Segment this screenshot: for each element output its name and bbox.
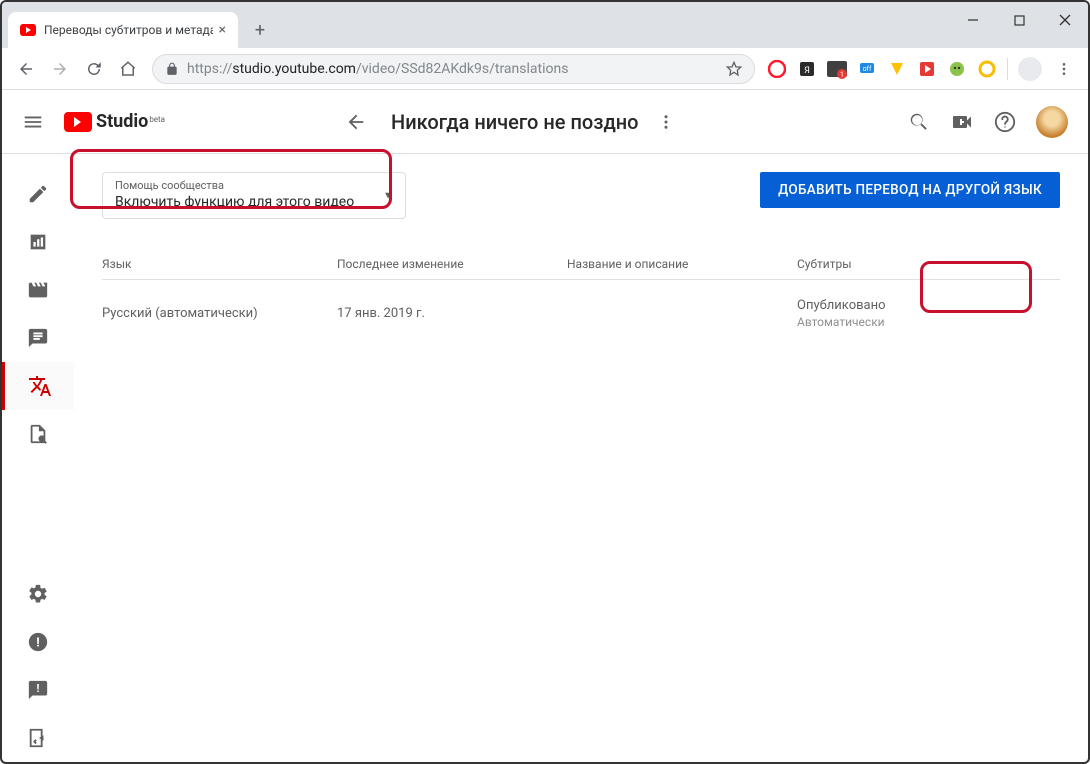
browser-tab[interactable]: Переводы субтитров и метадан × bbox=[8, 12, 238, 48]
extension-icon[interactable] bbox=[945, 57, 969, 81]
window-minimize-button[interactable] bbox=[950, 4, 996, 36]
sidebar-editor-icon[interactable] bbox=[2, 266, 74, 314]
add-translation-button[interactable]: ДОБАВИТЬ ПЕРЕВОД НА ДРУГОЙ ЯЗЫК bbox=[760, 172, 1060, 208]
close-tab-icon[interactable]: × bbox=[219, 22, 226, 38]
browser-menu-button[interactable] bbox=[1048, 53, 1080, 85]
youtube-icon bbox=[64, 112, 92, 132]
translations-table: Язык Последнее изменение Название и опис… bbox=[102, 249, 1060, 347]
address-bar[interactable]: https://studio.youtube.com/video/SSd82AK… bbox=[152, 54, 755, 84]
browser-toolbar: https://studio.youtube.com/video/SSd82AK… bbox=[2, 48, 1088, 90]
app-header: Studio beta Никогда ничего не поздно bbox=[2, 90, 1088, 154]
logo-text: Studio bbox=[96, 111, 148, 132]
sidebar-whatsnew-icon[interactable]: ! bbox=[2, 618, 74, 666]
sidebar: ! ! bbox=[2, 154, 74, 762]
subtitle-status: Опубликовано bbox=[797, 298, 1060, 313]
th-language: Язык bbox=[102, 257, 337, 271]
extension-icon[interactable]: 1 bbox=[825, 57, 849, 81]
browser-tab-strip: Переводы субтитров и метадан × + bbox=[2, 2, 1088, 48]
th-modified: Последнее изменение bbox=[337, 257, 567, 271]
help-button[interactable] bbox=[994, 111, 1016, 133]
lock-icon bbox=[165, 62, 179, 76]
sidebar-analytics-icon[interactable] bbox=[2, 218, 74, 266]
cell-modified: 17 янв. 2019 г. bbox=[337, 306, 567, 321]
cell-subtitles: Опубликовано Автоматически bbox=[797, 298, 1060, 329]
sidebar-comments-icon[interactable] bbox=[2, 314, 74, 362]
create-video-button[interactable] bbox=[950, 110, 974, 134]
community-help-dropdown[interactable]: Помощь сообщества Включить функцию для э… bbox=[102, 172, 406, 219]
window-close-button[interactable] bbox=[1042, 4, 1088, 36]
video-title: Никогда ничего не поздно bbox=[391, 110, 639, 134]
svg-text:Я: Я bbox=[804, 66, 810, 76]
table-header: Язык Последнее изменение Название и опис… bbox=[102, 249, 1060, 280]
extension-icon[interactable] bbox=[885, 57, 909, 81]
cell-language: Русский (автоматически) bbox=[102, 306, 337, 321]
dropdown-label: Помощь сообщества bbox=[115, 179, 393, 192]
svg-text:!: ! bbox=[36, 636, 39, 651]
th-title-desc: Название и описание bbox=[567, 257, 797, 271]
new-tab-button[interactable]: + bbox=[246, 16, 274, 44]
svg-text:!: ! bbox=[37, 682, 40, 695]
svg-text:off: off bbox=[863, 65, 872, 73]
studio-logo[interactable]: Studio beta bbox=[64, 111, 165, 132]
extension-icon[interactable] bbox=[975, 57, 999, 81]
url-scheme: https:// bbox=[187, 61, 232, 77]
account-avatar[interactable] bbox=[1036, 106, 1068, 138]
header-more-button[interactable] bbox=[657, 113, 675, 131]
content-area: Помощь сообщества Включить функцию для э… bbox=[74, 154, 1088, 762]
hamburger-menu-button[interactable] bbox=[22, 111, 46, 133]
search-button[interactable] bbox=[908, 111, 930, 133]
browser-home-button[interactable] bbox=[112, 53, 144, 85]
header-back-button[interactable] bbox=[345, 111, 367, 133]
sidebar-translations-icon[interactable] bbox=[2, 362, 74, 410]
url-path: /video/SSd82AKdk9s/translations bbox=[356, 61, 568, 77]
svg-text:1: 1 bbox=[840, 71, 844, 79]
extension-icon[interactable] bbox=[915, 57, 939, 81]
bookmark-star-icon[interactable] bbox=[726, 61, 742, 77]
browser-profile-avatar[interactable] bbox=[1018, 57, 1042, 81]
browser-forward-button[interactable] bbox=[44, 53, 76, 85]
dropdown-value: Включить функцию для этого видео bbox=[115, 194, 393, 210]
extension-opera-icon[interactable] bbox=[765, 57, 789, 81]
window-maximize-button[interactable] bbox=[996, 4, 1042, 36]
sidebar-classic-icon[interactable] bbox=[2, 714, 74, 762]
table-row[interactable]: Русский (автоматически) 17 янв. 2019 г. … bbox=[102, 280, 1060, 347]
sidebar-other-icon[interactable] bbox=[2, 410, 74, 458]
browser-reload-button[interactable] bbox=[78, 53, 110, 85]
chevron-down-icon: ▼ bbox=[383, 190, 393, 201]
tab-title: Переводы субтитров и метадан bbox=[44, 23, 213, 37]
th-subtitles: Субтитры bbox=[797, 257, 1060, 271]
window-controls bbox=[950, 2, 1088, 38]
sidebar-details-icon[interactable] bbox=[2, 170, 74, 218]
beta-label: beta bbox=[149, 115, 165, 124]
extension-icon[interactable]: off bbox=[855, 57, 879, 81]
extension-icon[interactable]: Я bbox=[795, 57, 819, 81]
sidebar-feedback-icon[interactable]: ! bbox=[2, 666, 74, 714]
sidebar-settings-icon[interactable] bbox=[2, 570, 74, 618]
youtube-favicon-icon bbox=[20, 22, 36, 38]
browser-back-button[interactable] bbox=[10, 53, 42, 85]
url-domain: studio.youtube.com bbox=[232, 61, 356, 77]
separator bbox=[1007, 58, 1008, 80]
subtitle-note: Автоматически bbox=[797, 315, 1060, 329]
